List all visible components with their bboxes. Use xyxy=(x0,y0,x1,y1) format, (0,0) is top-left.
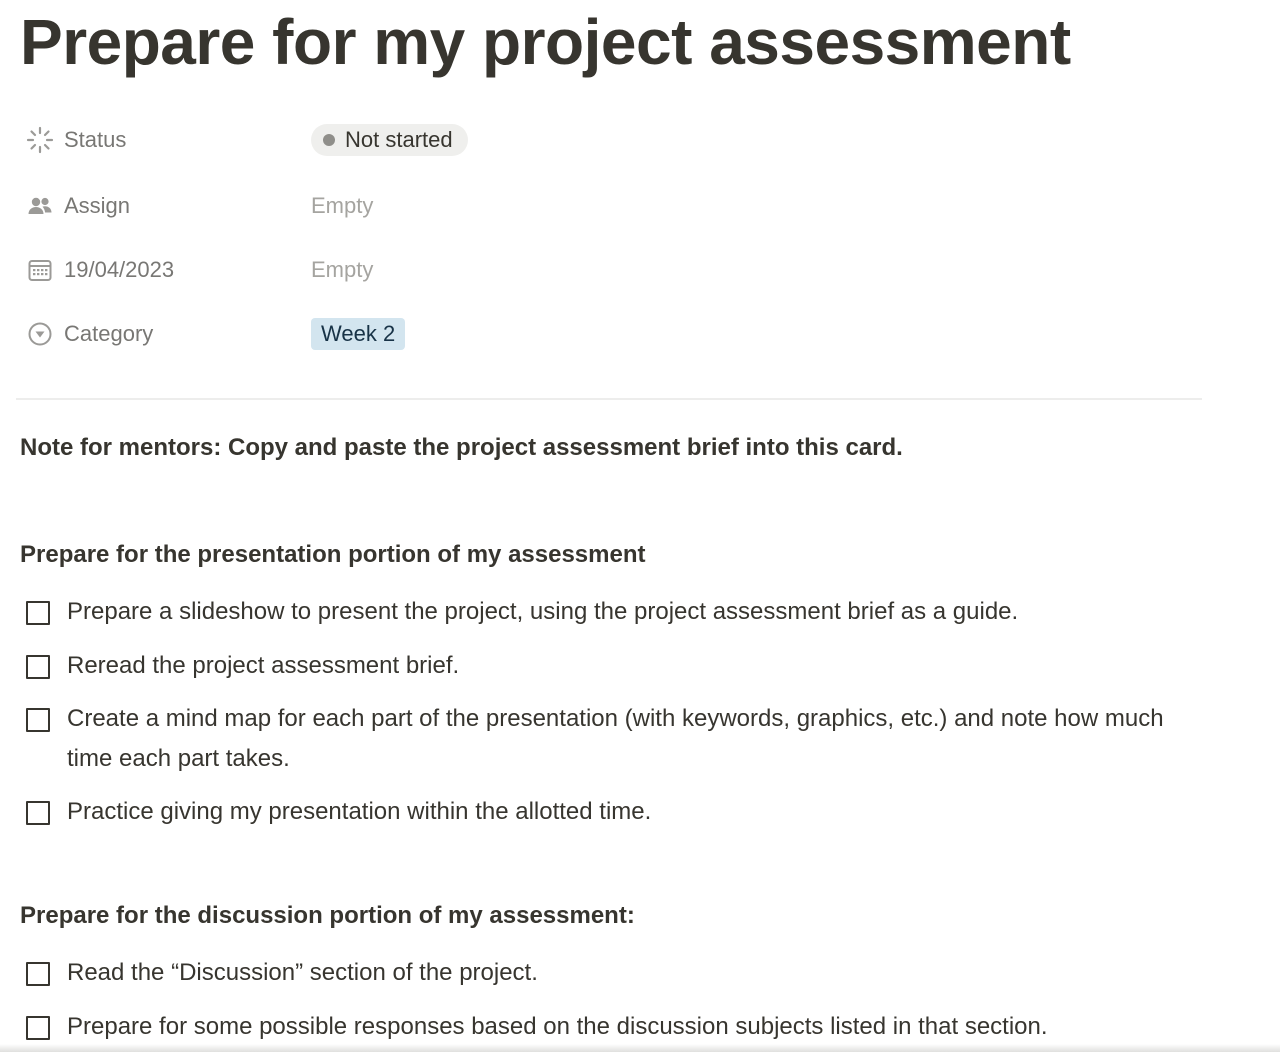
property-assign: Assign Empty xyxy=(26,186,1196,226)
property-category-value[interactable]: Week 2 xyxy=(311,318,406,350)
property-label: Assign xyxy=(64,193,131,218)
todo-item: Prepare a slideshow to present the proje… xyxy=(26,598,1206,632)
property-status-value[interactable]: Not started xyxy=(311,124,468,156)
page-title[interactable]: Prepare for my project assessment xyxy=(20,2,1071,82)
todo-checkbox[interactable] xyxy=(26,708,50,732)
todo-text[interactable]: Reread the project assessment brief. xyxy=(67,646,459,686)
todo-checkbox[interactable] xyxy=(26,655,50,679)
todo-text[interactable]: Prepare a slideshow to present the proje… xyxy=(67,592,1018,632)
status-dot-icon xyxy=(323,134,335,146)
window-bottom-edge xyxy=(0,1044,1280,1052)
property-date: 19/04/2023 Empty xyxy=(26,250,1196,290)
property-label: Status xyxy=(64,127,127,152)
todo-item: Create a mind map for each part of the p… xyxy=(26,705,1206,779)
todo-checkbox[interactable] xyxy=(26,962,50,986)
todo-item: Read the “Discussion” section of the pro… xyxy=(26,959,1206,993)
todo-item: Practice giving my presentation within t… xyxy=(26,798,1206,832)
category-tag[interactable]: Week 2 xyxy=(311,318,406,350)
todo-checkbox[interactable] xyxy=(26,601,50,625)
property-label: Category xyxy=(64,321,154,346)
todo-checkbox[interactable] xyxy=(26,1016,50,1040)
todo-text[interactable]: Read the “Discussion” section of the pro… xyxy=(67,953,538,993)
section-heading-presentation[interactable]: Prepare for the presentation portion of … xyxy=(20,541,646,569)
property-assign-value[interactable]: Empty xyxy=(311,193,373,219)
property-category: Category Week 2 xyxy=(26,314,1196,354)
property-status: Status Not started xyxy=(26,120,1196,160)
notion-page: Prepare for my project assessment Status… xyxy=(0,0,1280,1052)
todo-checkbox[interactable] xyxy=(26,801,50,825)
property-date-value[interactable]: Empty xyxy=(311,257,373,283)
property-category-key[interactable]: Category xyxy=(26,320,311,348)
status-label: Not started xyxy=(345,127,453,152)
section-heading-discussion[interactable]: Prepare for the discussion portion of my… xyxy=(20,902,635,930)
calendar-icon xyxy=(26,256,54,284)
property-label: 19/04/2023 xyxy=(64,257,175,282)
todo-text[interactable]: Practice giving my presentation within t… xyxy=(67,792,651,832)
todo-item: Reread the project assessment brief. xyxy=(26,652,1206,686)
status-badge[interactable]: Not started xyxy=(311,124,468,156)
property-date-key[interactable]: 19/04/2023 xyxy=(26,256,311,284)
status-spinner-icon xyxy=(26,126,54,154)
todo-text[interactable]: Prepare for some possible responses base… xyxy=(67,1007,1048,1047)
todo-text[interactable]: Create a mind map for each part of the p… xyxy=(67,699,1206,779)
divider xyxy=(16,398,1202,400)
mentor-note[interactable]: Note for mentors: Copy and paste the pro… xyxy=(20,434,903,462)
select-arrow-icon xyxy=(26,320,54,348)
property-assign-key[interactable]: Assign xyxy=(26,192,311,220)
people-icon xyxy=(26,192,54,220)
property-status-key[interactable]: Status xyxy=(26,126,311,154)
todo-item: Prepare for some possible responses base… xyxy=(26,1013,1206,1047)
